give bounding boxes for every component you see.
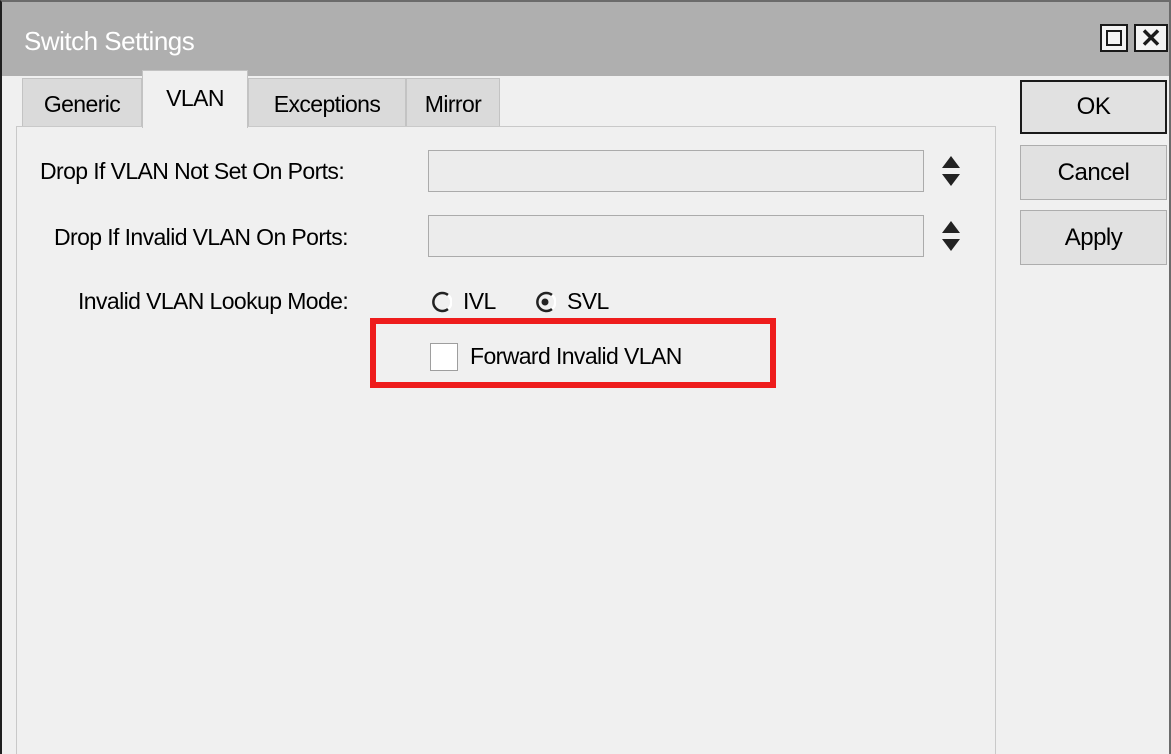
spinner-icon[interactable] (940, 154, 962, 188)
drop-not-set-label: Drop If VLAN Not Set On Ports: (40, 158, 345, 184)
tab-label: Exceptions (273, 91, 381, 117)
tab-exceptions[interactable]: Exceptions (248, 78, 406, 126)
tab-label: VLAN (166, 85, 224, 111)
tab-label: Generic (43, 91, 121, 117)
tab-label: Mirror (424, 91, 482, 117)
tab-generic[interactable]: Generic (22, 78, 142, 126)
forward-invalid-checkbox[interactable] (430, 343, 458, 371)
radio-ivl[interactable] (430, 291, 452, 313)
tab-mirror[interactable]: Mirror (406, 78, 500, 126)
lookup-mode-label: Invalid VLAN Lookup Mode: (78, 288, 349, 314)
title-bar[interactable]: Switch Settings ✕ (2, 2, 1169, 76)
maximize-icon[interactable] (1100, 24, 1128, 52)
switch-settings-window: Switch Settings ✕ Generic VLAN Exception… (0, 0, 1171, 754)
forward-invalid-label: Forward Invalid VLAN (470, 343, 682, 369)
cancel-button[interactable]: Cancel (1020, 145, 1167, 200)
close-glyph: ✕ (1140, 23, 1162, 53)
radio-svl[interactable] (534, 291, 556, 313)
maximize-square (1106, 30, 1122, 46)
window-title: Switch Settings (24, 26, 195, 56)
ok-button[interactable]: OK (1020, 80, 1167, 134)
drop-invalid-field[interactable] (428, 215, 924, 257)
radio-svl-label: SVL (567, 288, 609, 314)
drop-not-set-field[interactable] (428, 150, 924, 192)
drop-invalid-label: Drop If Invalid VLAN On Ports: (54, 224, 349, 250)
apply-button[interactable]: Apply (1020, 210, 1167, 265)
radio-ivl-label: IVL (463, 288, 496, 314)
tab-vlan[interactable]: VLAN (142, 70, 248, 128)
spinner-icon[interactable] (940, 219, 962, 253)
close-icon[interactable]: ✕ (1134, 23, 1168, 53)
